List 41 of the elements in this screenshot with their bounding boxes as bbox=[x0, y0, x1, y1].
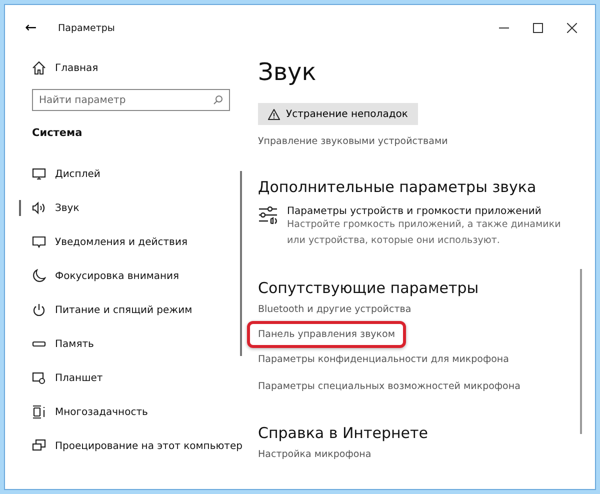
sidebar-item[interactable]: Дисплей bbox=[32, 157, 251, 191]
setting-description: Настройте громкость приложений, а также динамики или устройства, которые они используют. bbox=[287, 218, 562, 248]
settings-link[interactable]: Bluetooth и другие устройства bbox=[258, 302, 412, 317]
sidebar-item[interactable]: Проецирование на этот компьютер bbox=[32, 429, 251, 463]
sidebar-item[interactable]: Звук bbox=[32, 191, 251, 225]
home-item[interactable]: Главная bbox=[32, 51, 251, 85]
troubleshoot-button[interactable]: Устранение неполадок bbox=[258, 103, 418, 125]
section-heading: Дополнительные параметры звука bbox=[258, 178, 538, 196]
back-button[interactable]: ← bbox=[25, 20, 58, 36]
section-heading: Сопутствующие параметры bbox=[258, 279, 480, 297]
sidebar-item[interactable]: Уведомления и действия bbox=[32, 225, 251, 259]
page-title: Звук bbox=[258, 57, 318, 87]
power-icon bbox=[32, 303, 46, 317]
maximize-icon[interactable] bbox=[533, 23, 543, 33]
sliders-icon bbox=[258, 206, 278, 224]
scrollbar[interactable] bbox=[580, 269, 582, 434]
setting-title[interactable]: Параметры устройств и громкости приложений bbox=[287, 206, 579, 217]
monitor-icon bbox=[32, 167, 46, 181]
settings-link[interactable]: Панель управления звуком bbox=[247, 321, 406, 348]
home-icon bbox=[32, 61, 46, 75]
multitask-icon bbox=[32, 405, 46, 419]
warning-icon bbox=[268, 108, 280, 120]
projection-icon bbox=[32, 439, 46, 453]
sidebar-item[interactable]: Многозадачность bbox=[32, 395, 251, 429]
minimize-icon[interactable] bbox=[499, 27, 509, 29]
manage-devices-link[interactable]: Управление звуковыми устройствами bbox=[258, 136, 448, 147]
settings-link[interactable]: Параметры специальных возможностей микрофона bbox=[258, 379, 520, 394]
sidebar-item[interactable]: Планшет bbox=[32, 361, 251, 395]
sidebar-item[interactable]: Фокусировка внимания bbox=[32, 259, 251, 293]
section-heading: Справка в Интернете bbox=[258, 424, 429, 442]
settings-link[interactable]: Настройка микрофона bbox=[258, 447, 372, 462]
message-icon bbox=[32, 235, 46, 249]
section-title: Система bbox=[32, 127, 84, 139]
search-field[interactable]: Найти параметр bbox=[32, 89, 230, 111]
search-icon bbox=[213, 95, 223, 105]
moon-icon bbox=[32, 269, 46, 283]
window-title: Параметры bbox=[58, 22, 116, 34]
close-icon[interactable] bbox=[567, 23, 577, 33]
settings-link[interactable]: Параметры конфиденциальности для микрофона bbox=[258, 352, 509, 367]
speaker-icon bbox=[32, 201, 46, 215]
tablet-icon bbox=[32, 371, 46, 385]
